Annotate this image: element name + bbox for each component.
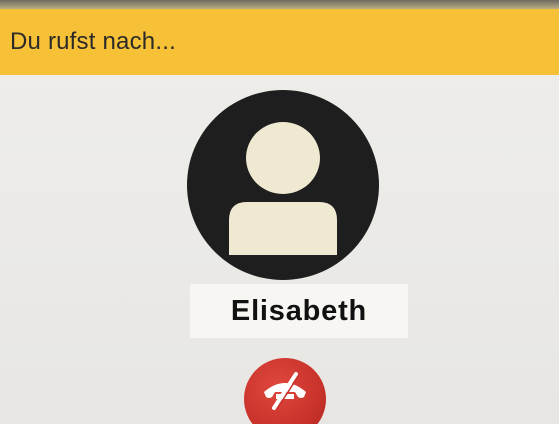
hang-up-button[interactable] bbox=[244, 358, 326, 424]
header-title: Du rufst nach... bbox=[10, 28, 176, 55]
call-screen: Du rufst nach... Elisabeth bbox=[0, 0, 559, 424]
person-placeholder-icon bbox=[229, 122, 337, 255]
app-header: Du rufst nach... bbox=[0, 9, 559, 75]
hang-up-phone-icon bbox=[264, 372, 306, 410]
contact-name: Elisabeth bbox=[230, 294, 368, 327]
status-bar-strip bbox=[0, 0, 559, 9]
contact-avatar bbox=[187, 90, 379, 280]
contact-name-box: Elisabeth bbox=[190, 284, 408, 338]
